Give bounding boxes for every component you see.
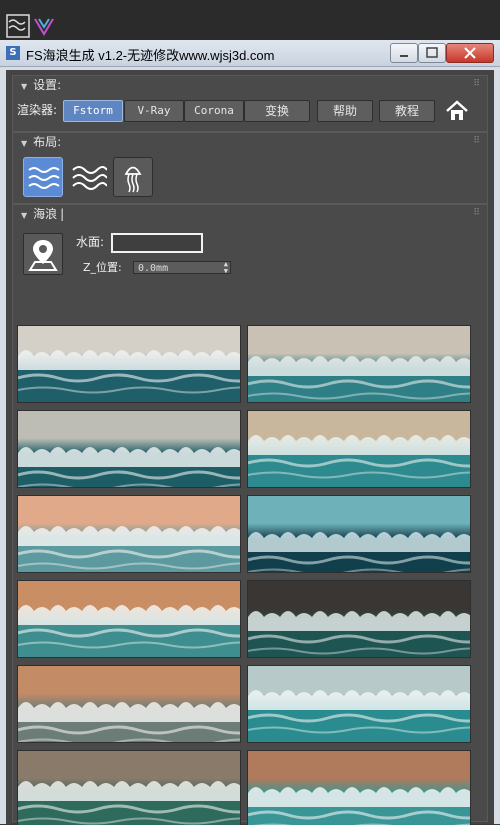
wave-thumbnail[interactable] <box>247 750 471 825</box>
plugin-window: S FS海浪生成 v1.2-无迹修改www.wjsj3d.com ▼ 设置: ⠿ … <box>0 40 500 825</box>
layout-rollout: ▼ 布局: ⠿ <box>12 132 488 204</box>
z-position-label: Z_位置: <box>83 261 122 274</box>
renderer-label: 渲染器: <box>17 103 58 117</box>
map-pin-icon <box>28 240 58 271</box>
wave-thumbnail[interactable] <box>17 325 241 403</box>
collapse-triangle-icon: ▼ <box>21 139 28 148</box>
wave-image <box>248 751 470 825</box>
wave-thumbnail[interactable] <box>17 665 241 743</box>
renderer-corona-button[interactable]: Corona <box>184 100 244 122</box>
window-title: FS海浪生成 v1.2-无迹修改www.wjsj3d.com <box>26 48 275 63</box>
wave-image <box>18 666 240 742</box>
settings-rollout-header[interactable]: ▼ 设置: <box>13 76 487 94</box>
app-icon: S <box>6 46 20 60</box>
z-position-spinner[interactable]: 0.0mm ▲ ▼ <box>133 261 231 275</box>
wave-thumbnail[interactable] <box>247 495 471 573</box>
wave-thumbnail[interactable] <box>247 580 471 658</box>
collapse-triangle-icon: ▼ <box>21 211 28 220</box>
wave-image <box>248 496 470 572</box>
settings-title: 设置: <box>33 78 62 92</box>
wave-image <box>18 496 240 572</box>
wave-logo-icon[interactable] <box>6 14 30 38</box>
wave-thumbnail[interactable] <box>17 580 241 658</box>
renderer-fstorm-button[interactable]: Fstorm <box>63 100 123 122</box>
wave-thumbnail[interactable] <box>247 325 471 403</box>
wave-image <box>18 326 240 402</box>
maximize-button[interactable] <box>418 43 446 63</box>
wave-image <box>248 666 470 742</box>
title-bar[interactable]: S FS海浪生成 v1.2-无迹修改www.wjsj3d.com <box>0 40 500 67</box>
z-position-value: 0.0mm <box>138 263 169 274</box>
drag-grip-icon[interactable]: ⠿ <box>473 136 481 146</box>
renderer-vray-button[interactable]: V-Ray <box>124 100 184 122</box>
drag-grip-icon[interactable]: ⠿ <box>473 208 481 218</box>
text-cursor: | <box>60 207 65 221</box>
maximize-icon <box>426 47 438 58</box>
settings-rollout: ▼ 设置: ⠿ 渲染器: Fstorm V-Ray Corona 变换 帮助 教程 <box>12 75 488 132</box>
wave-thumbnail[interactable] <box>17 750 241 825</box>
drag-grip-icon[interactable]: ⠿ <box>473 79 481 89</box>
wave-thumbnail[interactable] <box>17 495 241 573</box>
v-logo-icon[interactable] <box>32 14 56 38</box>
layout-rollout-header[interactable]: ▼ 布局: <box>13 133 487 151</box>
waves-flat-icon <box>28 167 60 189</box>
minimize-icon <box>400 55 408 57</box>
water-surface-field[interactable] <box>111 233 203 253</box>
wave-image <box>18 411 240 487</box>
tutorial-button[interactable]: 教程 <box>379 100 435 122</box>
layout-flat-button[interactable] <box>23 157 63 197</box>
layout-title: 布局: <box>33 135 62 149</box>
close-icon <box>464 47 476 59</box>
layout-jellyfish-button[interactable] <box>113 157 153 197</box>
wave-image <box>248 411 470 487</box>
layout-stacked-button[interactable] <box>68 157 108 197</box>
plugin-panel: ▼ 设置: ⠿ 渲染器: Fstorm V-Ray Corona 变换 帮助 教程… <box>6 70 494 825</box>
home-icon[interactable] <box>445 100 469 122</box>
help-button[interactable]: 帮助 <box>317 100 373 122</box>
waves-rollout-header[interactable]: ▼ 海浪 | <box>13 205 487 223</box>
waves-stacked-icon <box>72 166 108 190</box>
wave-thumbnail-grid <box>17 325 473 825</box>
wave-image <box>18 751 240 825</box>
close-button[interactable] <box>446 43 494 63</box>
wave-image <box>248 581 470 657</box>
minimize-button[interactable] <box>390 43 418 63</box>
water-surface-label: 水面: <box>76 235 105 249</box>
collapse-triangle-icon: ▼ <box>21 82 28 91</box>
wave-thumbnail[interactable] <box>17 410 241 488</box>
spinner-arrows-icon[interactable]: ▲ ▼ <box>224 261 228 275</box>
pick-surface-button[interactable] <box>23 233 63 275</box>
wave-image <box>18 581 240 657</box>
waves-title: 海浪 <box>33 207 58 221</box>
jellyfish-icon <box>124 166 142 193</box>
host-toolbar <box>0 0 500 40</box>
wave-thumbnail[interactable] <box>247 410 471 488</box>
convert-button[interactable]: 变换 <box>244 100 310 122</box>
wave-image <box>248 326 470 402</box>
wave-thumbnail[interactable] <box>247 665 471 743</box>
